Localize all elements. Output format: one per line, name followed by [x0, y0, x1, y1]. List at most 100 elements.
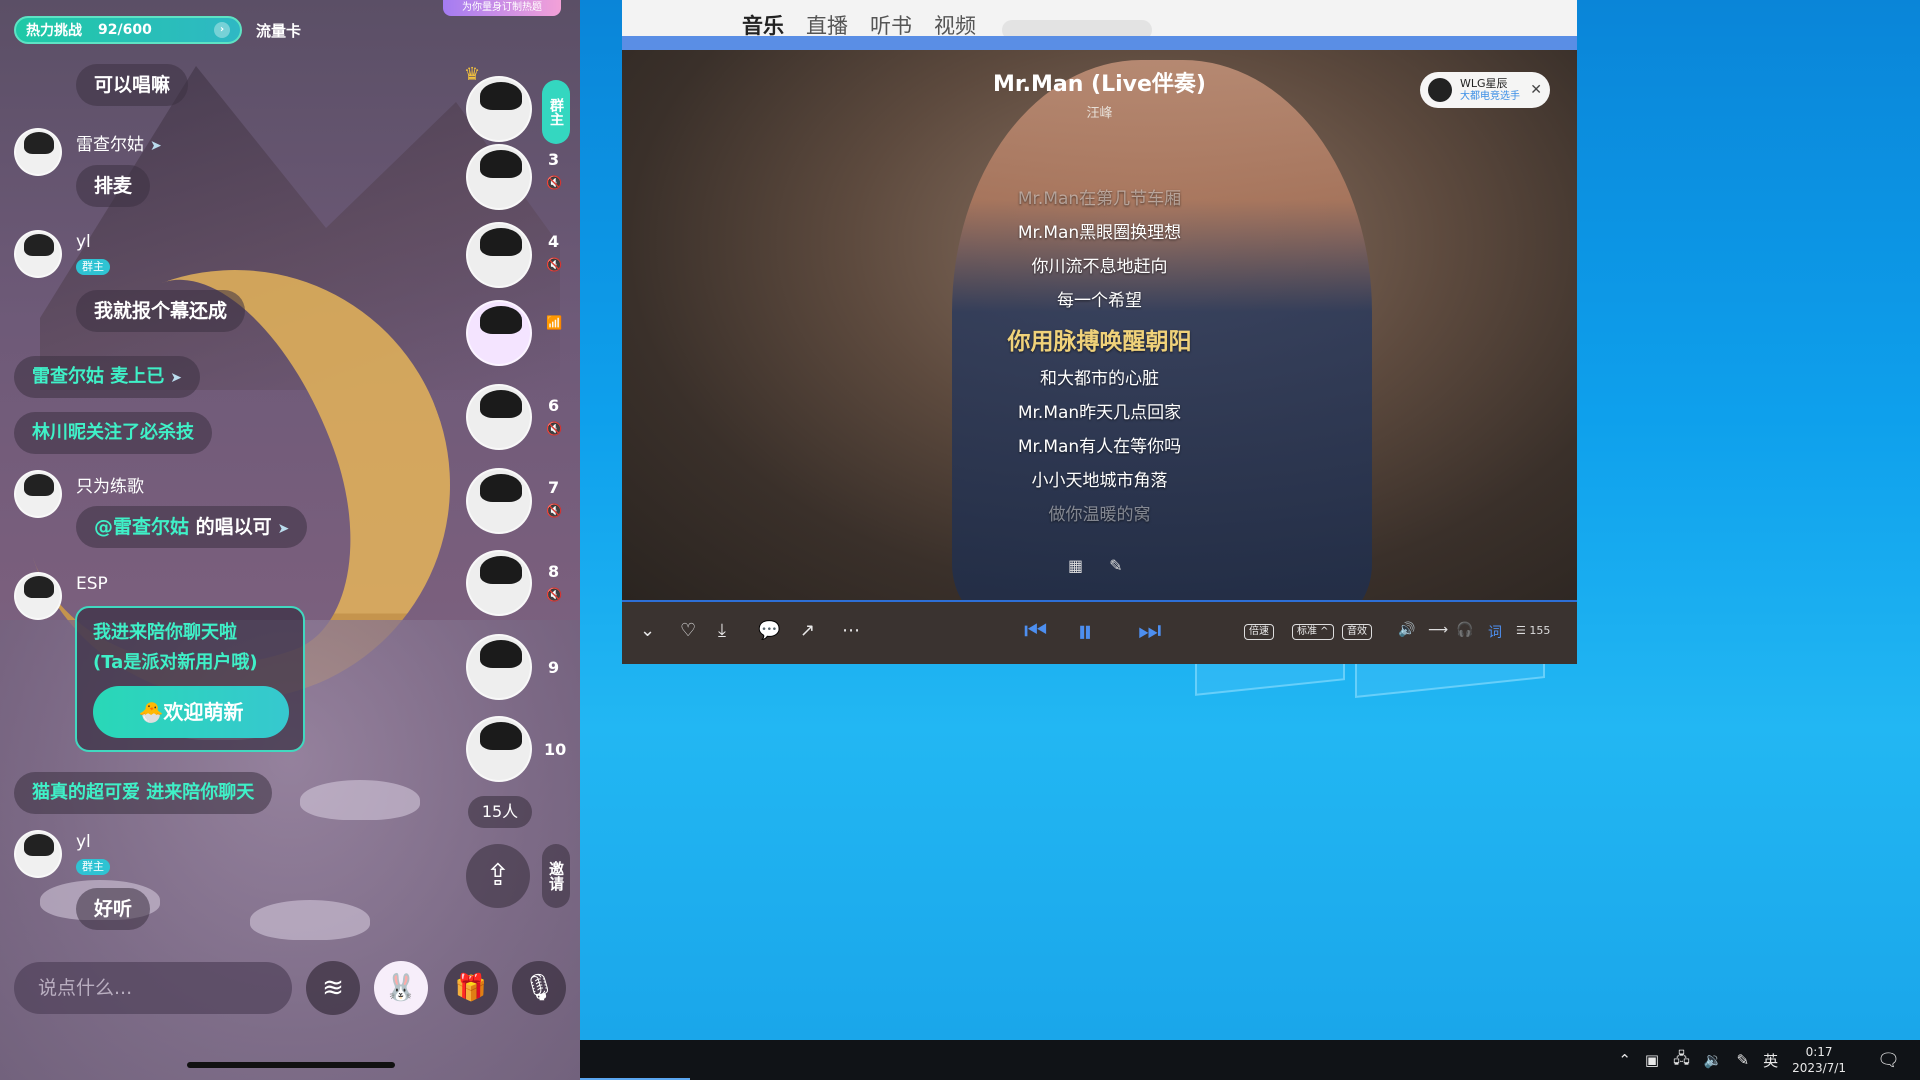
network-icon[interactable]: 🖧: [1673, 1048, 1690, 1073]
lyric-line: 做你温暖的窝: [1048, 505, 1151, 525]
avatar: [1428, 78, 1452, 102]
mic-seat[interactable]: [466, 634, 532, 700]
playlist-button[interactable]: ☰ 155: [1516, 624, 1550, 637]
welcome-line-2: (Ta是派对新用户哦): [93, 652, 258, 673]
welcome-card: 我进来陪你聊天啦 (Ta是派对新用户哦) 🐣欢迎萌新: [75, 606, 305, 752]
comment-icon[interactable]: 💬: [758, 620, 780, 641]
live-radio-card[interactable]: WLG星辰 大都电竞选手 ✕: [1420, 72, 1550, 108]
mic-muted-icon: 🔇: [546, 588, 563, 603]
layers-button[interactable]: ≋: [306, 961, 360, 1015]
time: 0:17: [1805, 1045, 1833, 1059]
seat-number: 9: [548, 658, 560, 677]
username[interactable]: yl: [76, 832, 91, 852]
brush-icon[interactable]: ✎: [1109, 556, 1122, 575]
chat-bubble: 排麦: [76, 165, 151, 207]
system-message: 林川昵关注了必杀技: [14, 412, 212, 454]
share-button[interactable]: ⇪: [466, 844, 530, 908]
emoji-avatar-button[interactable]: 🐰: [374, 961, 428, 1015]
share-icon[interactable]: ↗: [800, 620, 815, 641]
welcome-line-1: 我进来陪你聊天啦: [93, 622, 237, 643]
username[interactable]: ESP: [76, 574, 108, 594]
seat-number: 10: [544, 740, 567, 759]
date: 2023/7/1: [1792, 1061, 1846, 1075]
mention[interactable]: @雷查尔姑: [94, 516, 189, 538]
mic-seat-speaking[interactable]: [466, 300, 532, 366]
heart-icon[interactable]: ♡: [680, 620, 696, 641]
mic-seat[interactable]: [466, 222, 532, 288]
lyrics-toggle-icon[interactable]: 词: [1488, 622, 1502, 642]
welcome-newbie-button[interactable]: 🐣欢迎萌新: [93, 686, 289, 738]
avatar[interactable]: [14, 572, 62, 620]
mic-seat[interactable]: [466, 716, 532, 782]
loop-icon[interactable]: ⟶: [1428, 622, 1448, 638]
more-icon[interactable]: ⋯: [842, 620, 860, 641]
chevron-up-icon[interactable]: ⌃: [1618, 1051, 1631, 1069]
chat-bubble: 好听: [76, 888, 151, 930]
invite-button[interactable]: 邀请: [542, 844, 570, 908]
close-icon[interactable]: ✕: [1530, 82, 1542, 98]
avatar[interactable]: [14, 128, 62, 176]
radio-name: WLG星辰: [1460, 77, 1508, 90]
promo-banner-tag[interactable]: 为你量身订制热题: [443, 0, 561, 16]
taskbar: ⌃ ▣ 🖧 🔉 ✎ 英 0:17 2023/7/1 🗨: [580, 1040, 1920, 1080]
volume-icon[interactable]: 🔊: [1398, 622, 1415, 638]
header-strip: [622, 36, 1577, 50]
seat-number: 4: [548, 232, 560, 251]
mic-seat[interactable]: [466, 550, 532, 616]
next-track-button[interactable]: ⏭: [1138, 616, 1161, 647]
headphones-icon[interactable]: 🎧: [1456, 622, 1473, 638]
sound-effect-chip[interactable]: 音效: [1342, 624, 1372, 640]
playlist-count: 155: [1529, 624, 1551, 637]
mic-seat[interactable]: [466, 144, 532, 210]
mic-seat[interactable]: [466, 468, 532, 534]
username[interactable]: 只为练歌: [76, 472, 144, 497]
previous-track-button[interactable]: ⏮: [1024, 616, 1047, 647]
avatar[interactable]: [14, 470, 62, 518]
quality-chip[interactable]: 标准 ^: [1292, 624, 1334, 640]
pause-button[interactable]: ⏸: [1077, 612, 1093, 651]
host-tag: 群主: [542, 80, 570, 144]
mic-seat-host[interactable]: [466, 76, 532, 142]
system-message: 雷查尔姑 麦上已 ➤: [14, 356, 201, 398]
mic-muted-icon: 🔇: [546, 422, 563, 437]
share-icon: ⇪: [485, 858, 511, 893]
download-icon[interactable]: ⤓: [718, 620, 726, 641]
online-count[interactable]: 15人: [468, 796, 532, 828]
collapse-chevron-icon[interactable]: ⌄: [640, 620, 655, 641]
chat-bubble: 可以唱嘛: [76, 64, 189, 106]
paper-plane-icon: ➤: [150, 138, 162, 154]
system-tray: ⌃ ▣ 🖧 🔉 ✎ 英 0:17 2023/7/1: [1618, 1040, 1846, 1080]
microphone-button[interactable]: 🎙: [512, 961, 566, 1015]
mic-seat[interactable]: [466, 384, 532, 450]
chat-bubble: @雷查尔姑 的唱以可 ➤: [76, 506, 308, 548]
avatar[interactable]: [14, 230, 62, 278]
player-nav-bar: 音乐 直播 听书 视频: [622, 0, 1577, 40]
username[interactable]: 雷查尔姑 ➤: [76, 130, 162, 155]
pen-icon[interactable]: ✎: [1737, 1051, 1750, 1069]
gift-button[interactable]: 🎁: [444, 961, 498, 1015]
username[interactable]: yl: [76, 232, 91, 252]
signal-icon: 📶: [546, 316, 563, 331]
lyric-line: Mr.Man有人在等你吗: [1017, 437, 1182, 457]
lyric-line: 你川流不息地赶向: [1031, 257, 1168, 277]
notification-icon[interactable]: 🗨: [1877, 1050, 1900, 1071]
lyric-line-active: 你用脉搏唤醒朝阳: [1007, 329, 1192, 355]
wechat-icon[interactable]: ▣: [1645, 1051, 1659, 1069]
chat-bubble: 我就报个幕还成: [76, 290, 246, 332]
speed-chip[interactable]: 倍速: [1244, 624, 1274, 640]
lyric-line: Mr.Man昨天几点回家: [1017, 403, 1182, 423]
mic-muted-icon: 🔇: [546, 504, 563, 519]
film-icon[interactable]: ▦: [1068, 556, 1083, 575]
mic-muted-icon: 🔇: [546, 176, 563, 191]
lyric-line: Mr.Man黑眼圈换理想: [1017, 223, 1182, 243]
group-owner-badge: 群主: [76, 859, 110, 875]
volume-icon[interactable]: 🔉: [1704, 1051, 1723, 1069]
message-input[interactable]: 说点什么...: [14, 962, 292, 1014]
gift-icon: 🎁: [454, 973, 488, 1003]
ime-indicator[interactable]: 英: [1763, 1050, 1778, 1071]
clock[interactable]: 0:17 2023/7/1: [1792, 1044, 1846, 1076]
bunny-icon: 🐰: [384, 973, 418, 1003]
lyric-tools: ▦ ✎: [1068, 556, 1123, 575]
avatar[interactable]: [14, 830, 62, 878]
paper-plane-icon: ➤: [277, 521, 290, 537]
